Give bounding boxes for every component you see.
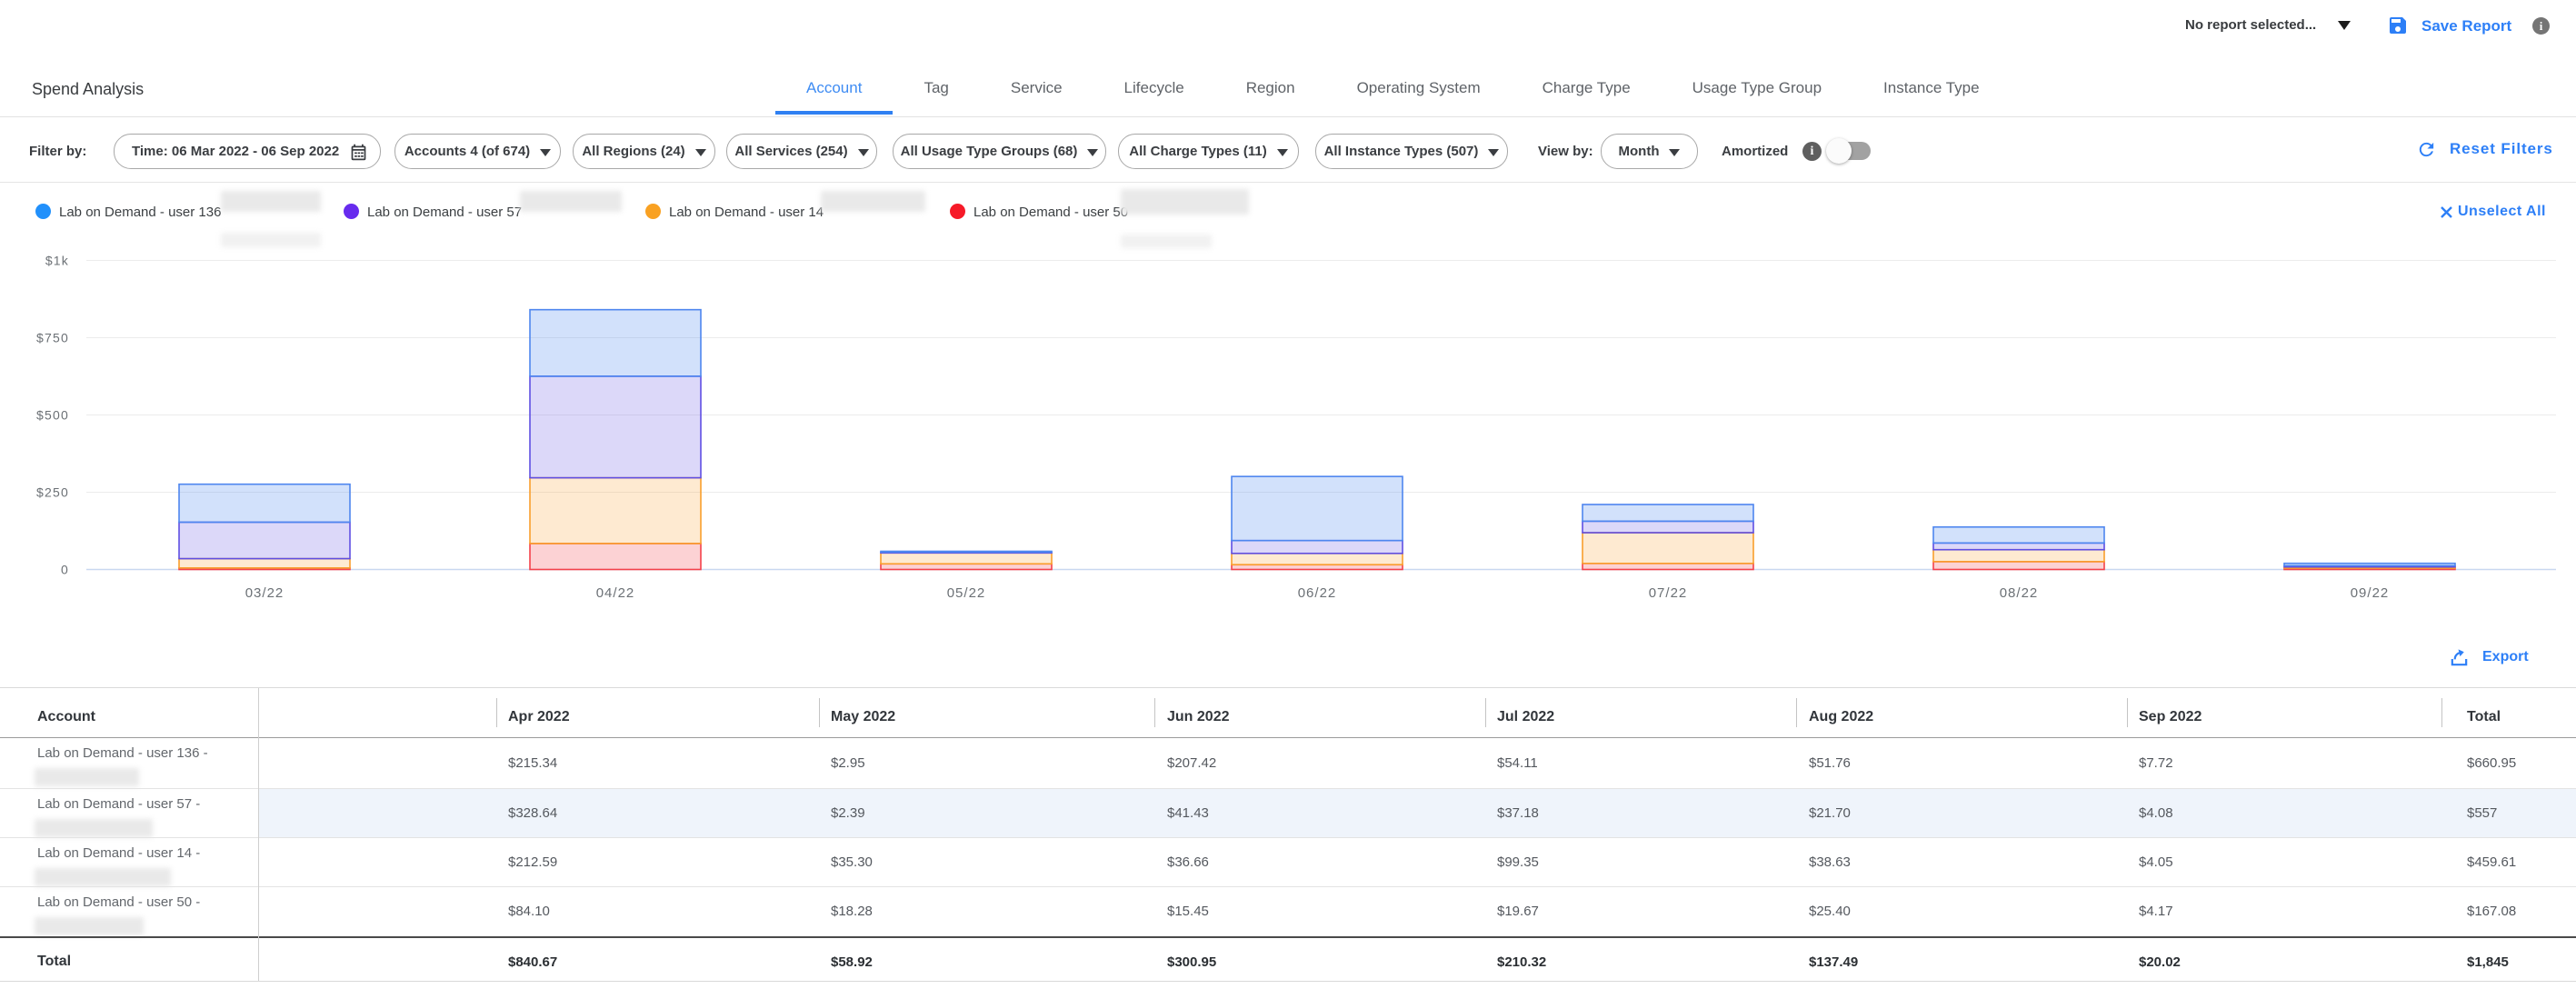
svg-text:$250: $250 (36, 485, 69, 500)
svg-text:$500: $500 (36, 408, 69, 423)
svg-text:06/22: 06/22 (1298, 585, 1337, 601)
svg-text:0: 0 (61, 563, 69, 577)
svg-text:04/22: 04/22 (596, 585, 635, 601)
svg-text:$750: $750 (36, 331, 69, 345)
svg-text:05/22: 05/22 (947, 585, 986, 601)
svg-text:08/22: 08/22 (2000, 585, 2039, 601)
svg-text:09/22: 09/22 (2351, 585, 2390, 601)
svg-text:$1k: $1k (45, 254, 69, 268)
svg-text:07/22: 07/22 (1649, 585, 1688, 601)
svg-text:03/22: 03/22 (245, 585, 285, 601)
